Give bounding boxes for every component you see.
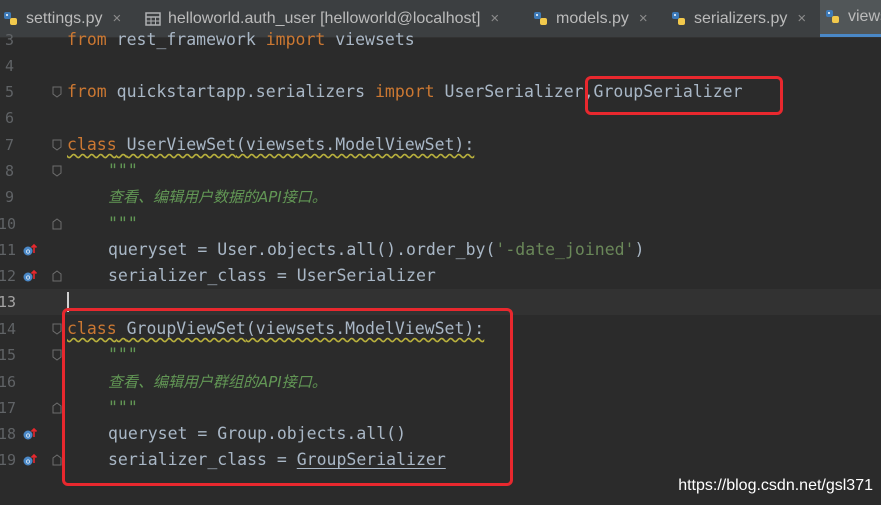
svg-text:o: o [26,274,30,282]
tab-label: settings.py [26,9,103,27]
svg-text:o: o [26,248,30,256]
code-line[interactable]: 7 class UserViewSet(viewsets.ModelViewSe… [0,132,881,158]
fold-icon[interactable] [52,349,62,361]
fold-icon[interactable] [52,165,62,177]
python-file-icon [826,10,839,23]
line-number: 6 [4,109,14,127]
code-line[interactable]: 9 查看、编辑用户数据的API接口。 [0,184,881,210]
fold-icon[interactable] [52,218,62,230]
line-text: """ [108,214,138,233]
tab-label: serializers.py [694,9,788,27]
line-number: 17 [0,399,17,417]
override-marker-icon[interactable]: o [22,427,38,441]
code-line[interactable]: 12 o serializer_class = UserSerializer [0,263,881,289]
python-file-icon [4,11,17,25]
line-number: 11 [0,241,17,259]
fold-icon[interactable] [52,454,62,466]
close-icon[interactable]: × [639,10,648,27]
python-file-icon [672,11,685,25]
line-text: class UserViewSet(viewsets.ModelViewSet)… [67,135,475,154]
code-editor[interactable]: 3 from rest_framework import viewsets 4 … [0,30,881,505]
code-line[interactable]: 8 """ [0,158,881,184]
line-number: 3 [4,31,14,49]
line-text: """ [108,161,138,180]
line-number: 18 [0,425,17,443]
line-number: 16 [0,373,17,391]
fold-icon[interactable] [52,402,62,414]
tab-label: models.py [556,9,629,27]
code-line[interactable]: 11 o queryset = User.objects.all().order… [0,237,881,263]
svg-text:o: o [26,432,30,440]
svg-text:o: o [26,458,30,466]
override-marker-icon[interactable]: o [22,453,38,467]
line-number: 12 [0,267,17,285]
line-number: 19 [0,451,17,469]
line-number: 8 [4,162,14,180]
override-marker-icon[interactable]: o [22,243,38,257]
override-marker-icon[interactable]: o [22,269,38,283]
line-number: 14 [0,320,17,338]
code-line[interactable]: 10 """ [0,211,881,237]
close-icon[interactable]: × [112,10,121,27]
fold-icon[interactable] [52,139,62,151]
fold-icon[interactable] [52,270,62,282]
tab-label: views [848,8,881,25]
watermark: https://blog.csdn.net/gsl371 [678,477,873,494]
line-number: 7 [4,136,14,154]
highlight-box-groupviewset [62,308,513,486]
line-text: queryset = User.objects.all().order_by('… [108,240,645,259]
tab-label: helloworld.auth_user [helloworld@localho… [168,9,481,27]
line-number: 15 [0,346,17,364]
fold-icon[interactable] [52,86,62,98]
close-icon[interactable]: × [797,10,806,27]
line-number: 10 [0,215,17,233]
line-text: serializer_class = UserSerializer [108,266,436,285]
fold-icon[interactable] [52,323,62,335]
line-number: 4 [4,57,14,75]
line-number: 13 [0,293,17,311]
python-file-icon [534,11,547,25]
close-icon[interactable]: × [490,10,499,27]
line-text: 查看、编辑用户数据的API接口。 [108,188,327,206]
line-number: 9 [4,188,14,206]
table-icon [145,11,161,26]
highlight-box-import [585,76,783,115]
line-text: from rest_framework import viewsets [67,30,415,49]
code-line[interactable]: 3 from rest_framework import viewsets [0,27,881,53]
line-number: 5 [4,83,14,101]
